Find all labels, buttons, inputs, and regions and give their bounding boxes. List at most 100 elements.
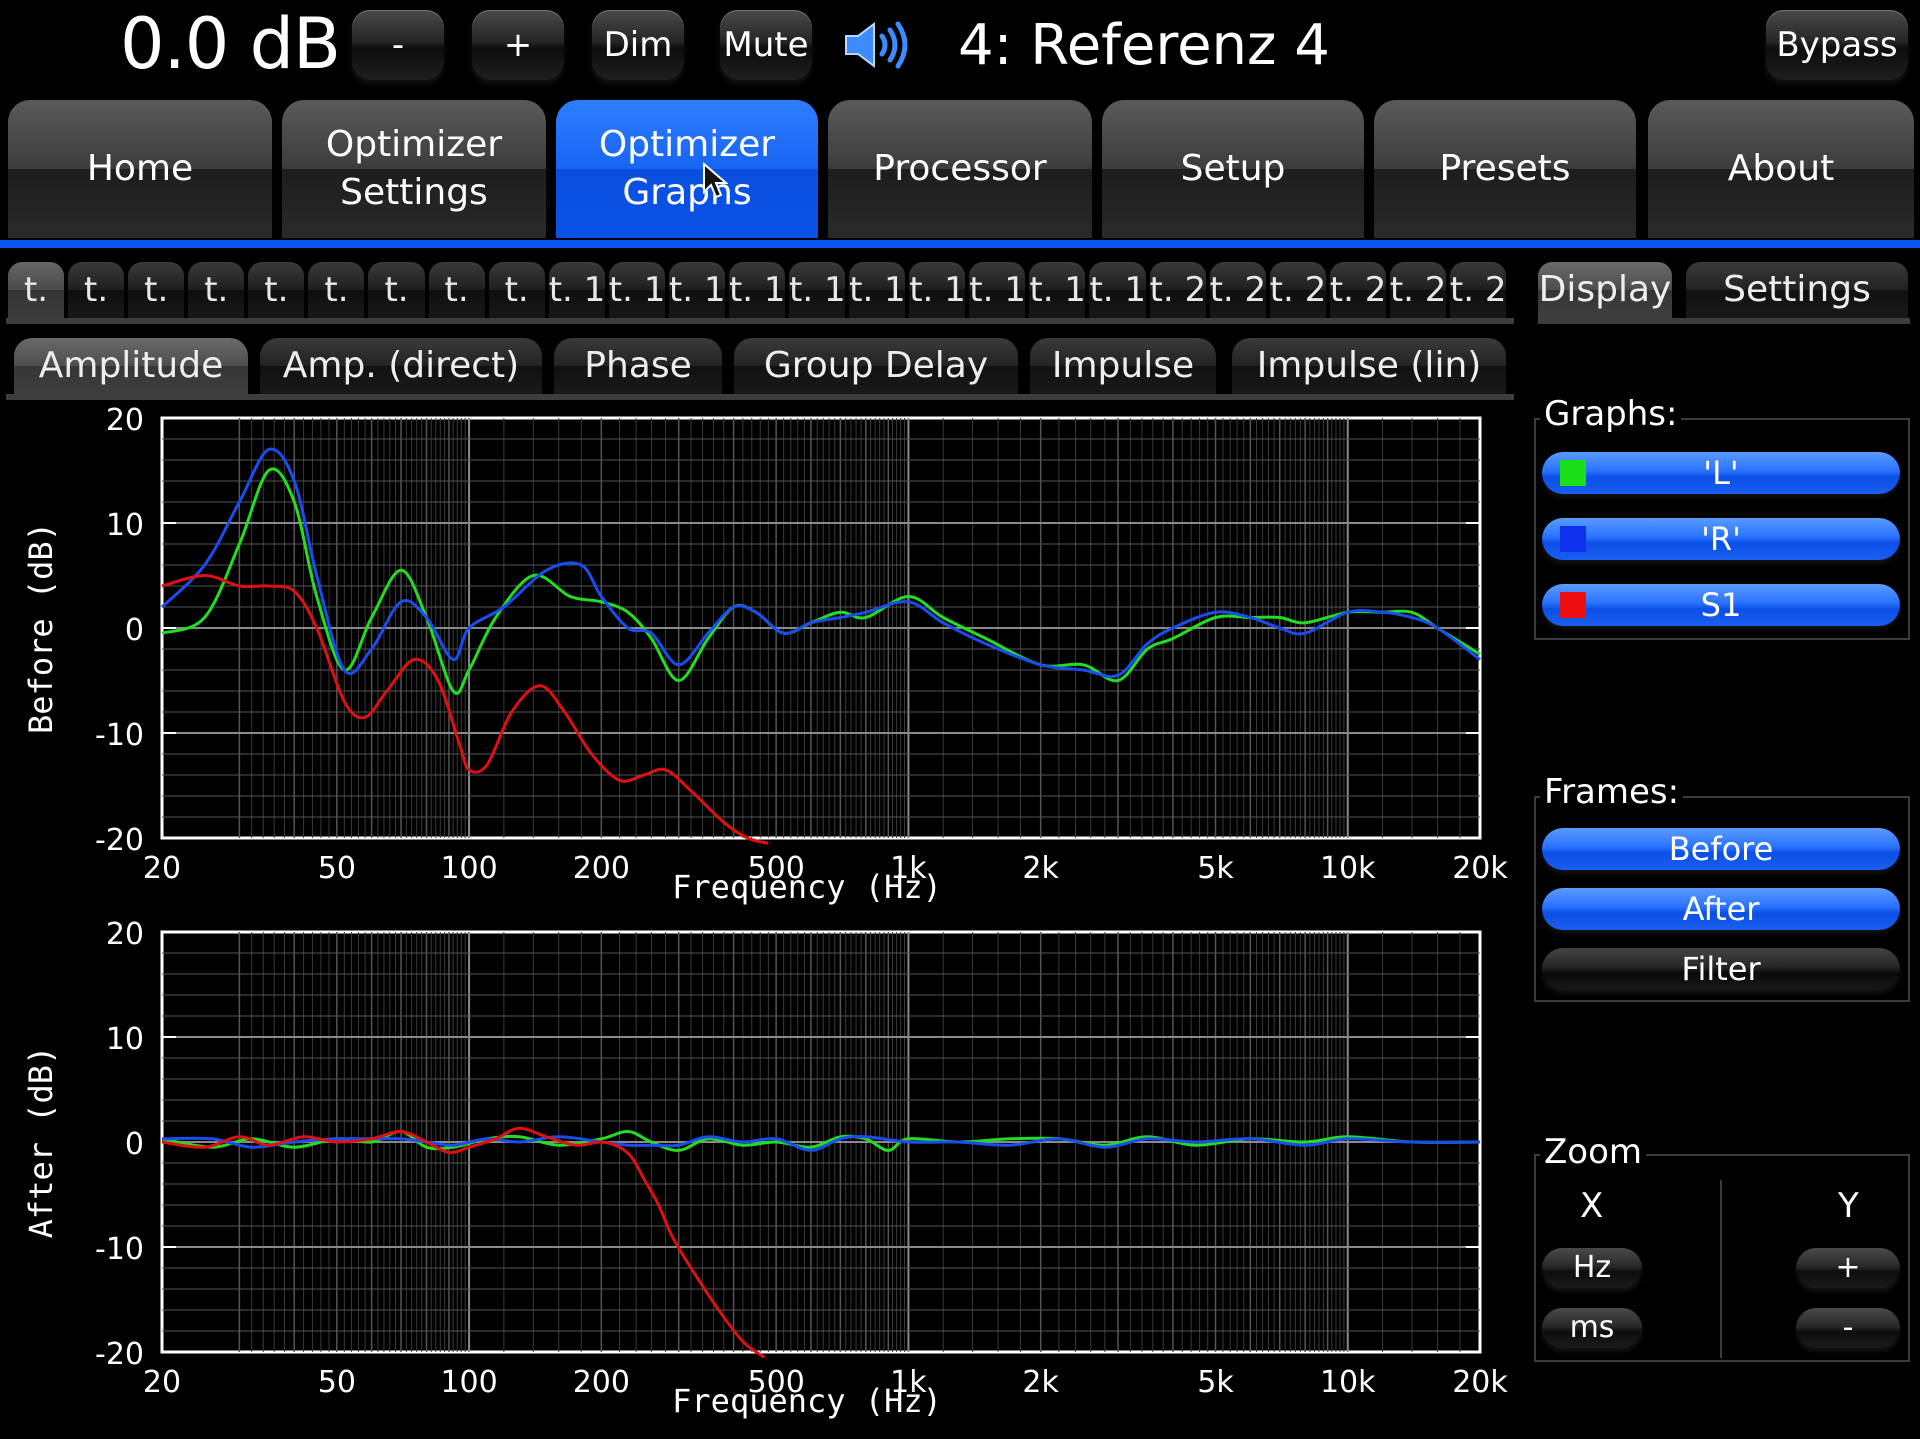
- measurement-tab[interactable]: t.: [8, 262, 65, 318]
- tab-group-delay[interactable]: Group Delay: [734, 338, 1018, 394]
- measurement-tab[interactable]: t. 1: [608, 262, 665, 318]
- tab-about[interactable]: About: [1648, 100, 1914, 238]
- tab-optimizer-settings[interactable]: Optimizer Settings: [282, 100, 546, 238]
- measurement-tab[interactable]: t. 1: [548, 262, 605, 318]
- x-tick-label: 50: [318, 1365, 356, 1400]
- tab-presets[interactable]: Presets: [1374, 100, 1636, 238]
- main-tab-bar: Home Optimizer Settings Optimizer Graphs P…: [0, 100, 1920, 240]
- tab-impulse[interactable]: Impulse: [1030, 338, 1216, 394]
- x-tick-label: 20: [143, 851, 181, 886]
- side-tab-underline: [1538, 318, 1910, 324]
- zoom-y-label: Y: [1838, 1186, 1859, 1226]
- bypass-button[interactable]: Bypass: [1766, 10, 1908, 80]
- color-swatch-green: [1560, 460, 1586, 486]
- zoom-y-minus-button[interactable]: -: [1796, 1308, 1900, 1348]
- tab-setup[interactable]: Setup: [1102, 100, 1364, 238]
- measurement-tab[interactable]: t.: [188, 262, 245, 318]
- tab-processor[interactable]: Processor: [828, 100, 1092, 238]
- tab-phase[interactable]: Phase: [554, 338, 722, 394]
- frame-toggle-before[interactable]: Before: [1542, 828, 1900, 870]
- y-tick-label: -20: [95, 1337, 144, 1372]
- y-tick-label: 10: [106, 508, 144, 543]
- mouse-cursor-icon: [703, 162, 728, 199]
- measurement-tab[interactable]: t. 2: [1269, 262, 1326, 318]
- volume-down-button[interactable]: -: [352, 10, 444, 80]
- tab-home[interactable]: Home: [8, 100, 272, 238]
- frame-toggle-filter[interactable]: Filter: [1542, 948, 1900, 990]
- graph-toggle-label: 'L': [1703, 454, 1739, 492]
- y-tick-label: -20: [95, 823, 144, 858]
- volume-readout: 0.0 dB: [120, 3, 341, 85]
- graph-toggle-s1[interactable]: S1: [1542, 584, 1900, 626]
- x-tick-label: 20k: [1452, 851, 1508, 886]
- measurement-tab[interactable]: t.: [128, 262, 185, 318]
- y-tick-label: -10: [95, 1232, 144, 1267]
- tab-display[interactable]: Display: [1538, 262, 1672, 318]
- tab-amplitude[interactable]: Amplitude: [14, 338, 248, 394]
- y-axis-label: After (dB): [22, 1046, 60, 1239]
- tab-label: Optimizer: [598, 124, 776, 165]
- graph-toggle-l[interactable]: 'L': [1542, 452, 1900, 494]
- x-tick-label: 20: [143, 1365, 181, 1400]
- zoom-y-plus-button[interactable]: +: [1796, 1248, 1900, 1288]
- after-amplitude-chart: 20100-10-2020 50 100 200 500 1k 2k 5k 10k 20kFreq…: [22, 918, 1508, 1420]
- measurement-tab[interactable]: t.: [248, 262, 305, 318]
- dim-button[interactable]: Dim: [592, 10, 684, 80]
- y-tick-label: 20: [106, 404, 144, 438]
- x-tick-label: 2k: [1022, 851, 1059, 886]
- tab-label: About: [1727, 148, 1835, 189]
- measurement-tab[interactable]: t. 2: [1449, 262, 1506, 318]
- top-bar: 0.0 dB - + Dim Mute 4: Referenz 4 Bypass: [0, 0, 1920, 92]
- y-tick-label: 0: [125, 1127, 144, 1162]
- color-swatch-blue: [1560, 526, 1586, 552]
- measurement-tab[interactable]: t. 1: [789, 262, 846, 318]
- x-axis-label: Frequency (Hz): [672, 1382, 942, 1420]
- tab-label: Presets: [1439, 148, 1571, 189]
- frames-group-title: Frames:: [1540, 772, 1684, 812]
- zoom-x-ms-button[interactable]: ms: [1542, 1308, 1642, 1348]
- x-tick-label: 10k: [1320, 1365, 1376, 1400]
- x-tick-label: 10k: [1320, 851, 1376, 886]
- x-axis-label: Frequency (Hz): [672, 868, 942, 906]
- measurement-tab[interactable]: t. 1: [909, 262, 966, 318]
- measurement-tab[interactable]: t. 2: [1209, 262, 1266, 318]
- x-tick-label: 100: [440, 1365, 497, 1400]
- measurement-tab[interactable]: t.: [368, 262, 425, 318]
- graphs-group-title: Graphs:: [1540, 394, 1682, 434]
- frame-toggle-after[interactable]: After: [1542, 888, 1900, 930]
- measurement-tab[interactable]: t. 2: [1329, 262, 1386, 318]
- tab-underline: [0, 240, 1920, 248]
- x-tick-label: 200: [573, 1365, 630, 1400]
- measurement-tab[interactable]: t.: [68, 262, 125, 318]
- speaker-volume-icon[interactable]: [842, 20, 914, 70]
- x-tick-label: 5k: [1197, 1365, 1234, 1400]
- x-tick-label: 200: [573, 851, 630, 886]
- x-tick-label: 2k: [1022, 1365, 1059, 1400]
- tab-impulse-lin[interactable]: Impulse (lin): [1232, 338, 1506, 394]
- measurement-tab[interactable]: t.: [428, 262, 485, 318]
- measurement-tab[interactable]: t. 1: [728, 262, 786, 318]
- zoom-x-hz-button[interactable]: Hz: [1542, 1248, 1642, 1288]
- graph-toggle-label: S1: [1700, 586, 1742, 624]
- measurement-tab[interactable]: t. 1: [849, 262, 906, 318]
- measurement-tab[interactable]: t.: [488, 262, 545, 318]
- measurement-tab[interactable]: t.: [308, 262, 365, 318]
- tab-amp-direct[interactable]: Amp. (direct): [260, 338, 542, 394]
- measurement-tab[interactable]: t. 1: [668, 262, 725, 318]
- y-axis-label: Before (dB): [22, 522, 60, 734]
- tab-label: Graphs: [622, 172, 752, 213]
- volume-up-button[interactable]: +: [472, 10, 564, 80]
- x-tick-label: 100: [440, 851, 497, 886]
- measurement-tab[interactable]: t. 1: [969, 262, 1026, 318]
- tab-optimizer-graphs[interactable]: Optimizer Graphs: [556, 100, 818, 238]
- measurement-tab[interactable]: t. 2: [1149, 262, 1206, 318]
- mute-button[interactable]: Mute: [720, 10, 812, 80]
- graph-toggle-r[interactable]: 'R': [1542, 518, 1900, 560]
- measurement-tab[interactable]: t. 2: [1389, 262, 1446, 318]
- measurement-tab[interactable]: t. 1: [1089, 262, 1146, 318]
- before-amplitude-chart: 20100-10-2020 50 100 200 500 1k 2k 5k 10k 20kFreq…: [22, 404, 1508, 906]
- measurement-tab-underline: [6, 318, 1514, 324]
- measurement-tab[interactable]: t. 1: [1029, 262, 1086, 318]
- tab-side-settings[interactable]: Settings: [1686, 262, 1908, 318]
- x-tick-label: 20k: [1452, 1365, 1508, 1400]
